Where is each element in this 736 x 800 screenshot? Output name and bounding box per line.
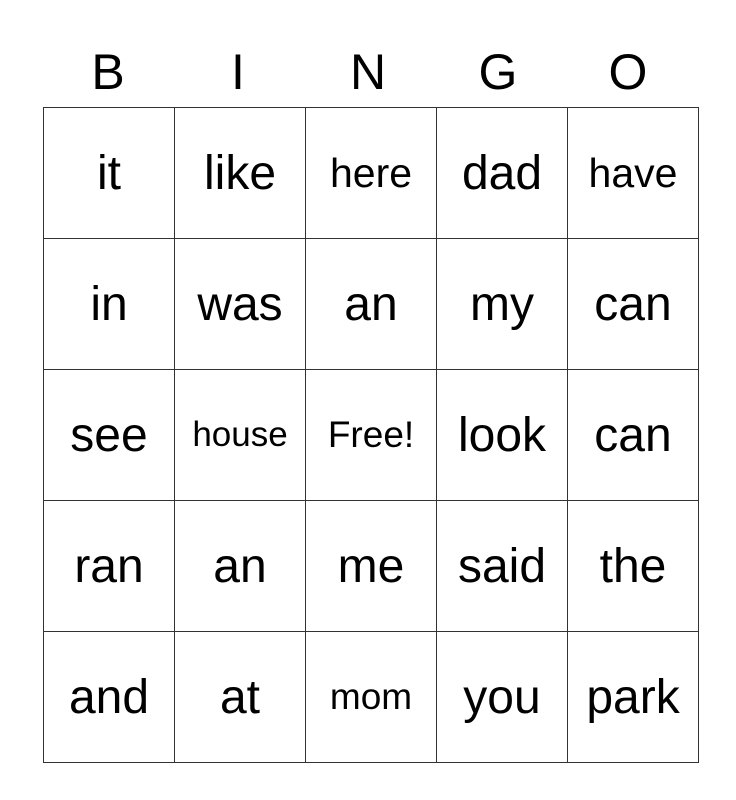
- board-cell: can: [567, 238, 699, 370]
- bingo-board: it like here dad have in was an my can s…: [43, 107, 699, 763]
- board-cell: my: [436, 238, 568, 370]
- board-cell: an: [305, 238, 437, 370]
- board-row: in was an my can: [43, 238, 699, 370]
- free-space-cell: Free!: [305, 369, 437, 501]
- board-cell: like: [174, 107, 306, 239]
- board-cell: me: [305, 500, 437, 632]
- header-letter-b: B: [91, 44, 125, 100]
- board-cell: park: [567, 631, 699, 763]
- board-cell: and: [43, 631, 175, 763]
- board-cell: look: [436, 369, 568, 501]
- board-cell: see: [43, 369, 175, 501]
- board-cell: an: [174, 500, 306, 632]
- board-cell: it: [43, 107, 175, 239]
- board-row: ran an me said the: [43, 500, 699, 632]
- header-letter-i: I: [231, 44, 245, 100]
- header-letter-o: O: [608, 44, 648, 100]
- board-cell: in: [43, 238, 175, 370]
- board-cell: house: [174, 369, 306, 501]
- board-cell: can: [567, 369, 699, 501]
- header-letter-n: N: [349, 44, 387, 100]
- board-cell: was: [174, 238, 306, 370]
- board-cell: have: [567, 107, 699, 239]
- board-cell: said: [436, 500, 568, 632]
- board-cell: mom: [305, 631, 437, 763]
- board-row: see house Free! look can: [43, 369, 699, 501]
- board-cell: at: [174, 631, 306, 763]
- board-row: and at mom you park: [43, 631, 699, 763]
- header-letter-g: G: [478, 44, 518, 100]
- board-cell: you: [436, 631, 568, 763]
- bingo-header: B I N G O: [43, 40, 693, 104]
- board-cell: the: [567, 500, 699, 632]
- board-cell: dad: [436, 107, 568, 239]
- board-row: it like here dad have: [43, 107, 699, 239]
- board-cell: here: [305, 107, 437, 239]
- board-cell: ran: [43, 500, 175, 632]
